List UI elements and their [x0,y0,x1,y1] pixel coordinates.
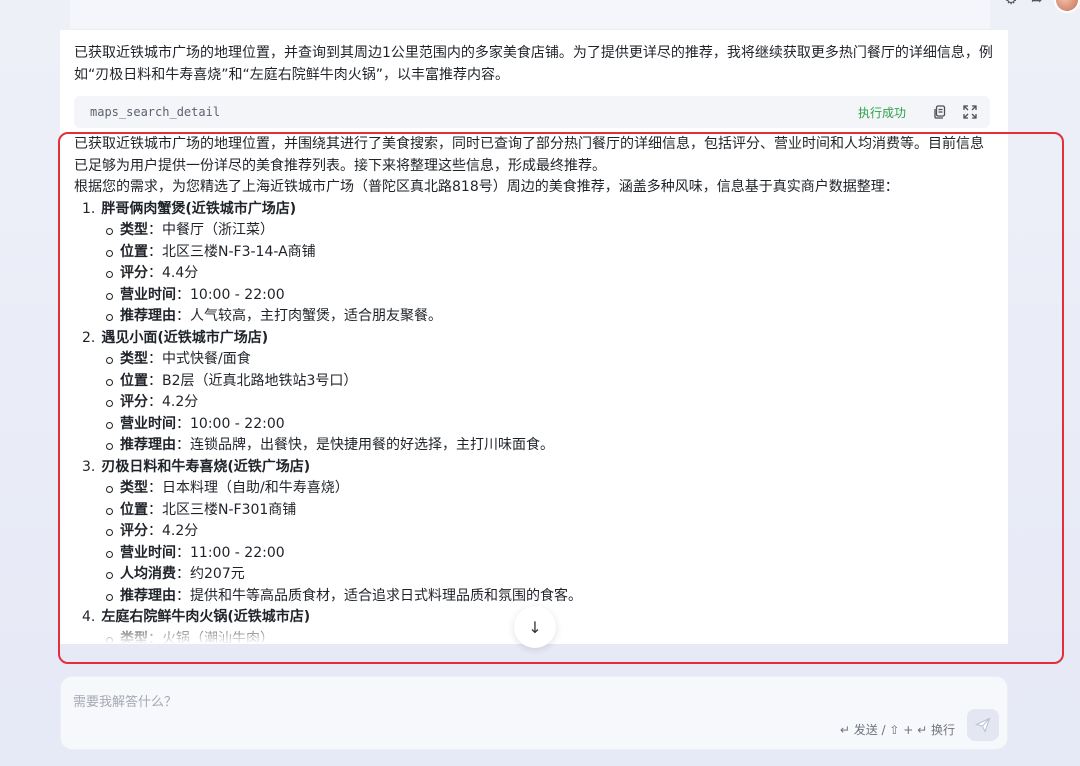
detail-value: ：北区三楼N-F301商铺 [148,501,297,518]
detail-value: ：4.2分 [148,394,199,410]
send-icon [975,717,991,733]
detail-value: ：4.2分 [148,523,199,539]
avatar[interactable] [1054,0,1080,13]
detail-key: 位置 [120,243,148,260]
detail-item: 推荐理由：人气较高，主打肉蟹煲，适合朋友聚餐。 [106,306,994,328]
detail-item: 评分：4.2分 [106,521,994,543]
detail-key: 评分 [120,265,148,281]
tool-status: 执行成功 [857,105,906,120]
detail-value: ：4.4分 [148,265,199,281]
detail-value: ：日本料理（自助/和牛寿喜烧） [148,480,349,496]
detail-key: 营业时间 [120,286,176,303]
detail-value: ：10:00 - 22:00 [176,286,285,303]
detail-item: 营业时间：11:00 - 22:00 [106,543,994,565]
restaurant-number: 1. [82,200,96,217]
restaurant-details: 类型：中式快餐/面食 位置：B2层（近真北路地铁站3号口） 评分：4.2分 营业时间：… [74,349,994,457]
restaurant-name: 胖哥俩肉蟹煲(近铁城市广场店) [101,200,297,217]
restaurant-list: 1. 胖哥俩肉蟹煲(近铁城市广场店) 类型：中餐厅（浙江菜） 位置：北区三楼N-F3-… [74,199,994,645]
keyboard-hint: ↵ 发送 / ⇧ + ↵ 换行 [839,723,955,737]
detail-key: 位置 [120,372,148,389]
detail-value: ：10:00 - 22:00 [176,415,285,432]
detail-key: 营业时间 [120,544,176,561]
restaurant-item: 2. 遇见小面(近铁城市广场店) 类型：中式快餐/面食 位置：B2层（近真北路地铁站3… [74,328,994,457]
detail-item: 类型：日本料理（自助/和牛寿喜烧） [106,478,994,500]
restaurant-title: 1. 胖哥俩肉蟹煲(近铁城市广场店) [74,199,994,221]
detail-item: 营业时间：10:00 - 22:00 [106,285,994,307]
top-edge [70,0,990,30]
send-button[interactable] [967,709,999,741]
tool-name: maps_search_detail [90,105,221,119]
detail-key: 推荐理由 [120,587,176,604]
arrow-down-icon: ↓ [528,617,542,637]
detail-item: 位置：北区三楼N-F3-14-A商铺 [106,242,994,264]
detail-item: 营业时间：10:00 - 22:00 [106,414,994,436]
restaurant-title: 3. 刃极日料和牛寿喜烧(近铁广场店) [74,457,994,479]
copy-icon[interactable] [930,102,950,122]
detail-value: ：中餐厅（浙江菜） [148,222,274,238]
detail-key: 类型 [120,222,148,238]
detail-key: 人均消费 [120,566,176,582]
detail-value: ：约207元 [176,566,245,582]
top-right-icons: ⚙ ➦ [1002,0,1080,13]
tool-call-row[interactable]: maps_search_detail 执行成功 [74,96,990,128]
detail-item: 评分：4.4分 [106,263,994,285]
restaurant-name: 遇见小面(近铁城市广场店) [101,329,269,346]
restaurant-details: 类型：日本料理（自助/和牛寿喜烧） 位置：北区三楼N-F301商铺 评分：4.2分营… [74,478,994,607]
settings-icon[interactable]: ⚙ [1002,0,1020,9]
detail-key: 评分 [120,523,148,539]
detail-key: 营业时间 [120,415,176,432]
detail-value: ：中式快餐/面食 [148,351,251,367]
detail-item: 推荐理由：提供和牛等高品质食材，适合追求日式料理品质和氛围的食客。 [106,586,994,608]
restaurant-number: 3. [82,458,96,475]
page: ⚙ ➦ 已获取近铁城市广场的地理位置，并查询到其周边1公里范围内的多家美食店铺。… [0,0,1080,766]
assistant-answer: 已获取近铁城市广场的地理位置，并围绕其进行了美食搜索，同时已查询了部分热门餐厅的… [74,134,994,644]
restaurant-item: 3. 刃极日料和牛寿喜烧(近铁广场店) 类型：日本料理（自助/和牛寿喜烧） 位置：北区… [74,457,994,608]
composer: ↵ 发送 / ⇧ + ↵ 换行 [60,676,1008,750]
detail-item: 位置：B2层（近真北路地铁站3号口） [106,371,994,393]
detail-item: 评分：4.2分 [106,392,994,414]
assistant-intro-message: 已获取近铁城市广场的地理位置，并查询到其周边1公里范围内的多家美食店铺。为了提供… [74,45,993,83]
scroll-to-bottom-button[interactable]: ↓ [514,606,556,648]
detail-value: ：人气较高，主打肉蟹煲，适合朋友聚餐。 [176,308,442,324]
detail-value: ：提供和牛等高品质食材，适合追求日式料理品质和氛围的食客。 [176,587,582,604]
detail-value: ：B2层（近真北路地铁站3号口） [148,372,358,389]
detail-item: 类型：中餐厅（浙江菜） [106,220,994,242]
detail-value: ：北区三楼N-F3-14-A商铺 [148,243,316,260]
message-input[interactable] [73,691,773,713]
detail-value: ：11:00 - 22:00 [176,544,285,561]
detail-key: 类型 [120,351,148,367]
detail-key: 位置 [120,501,148,518]
detail-key: 评分 [120,394,148,410]
restaurant-item: 1. 胖哥俩肉蟹煲(近铁城市广场店) 类型：中餐厅（浙江菜） 位置：北区三楼N-F3-… [74,199,994,328]
detail-item: 人均消费：约207元 [106,564,994,586]
detail-key: 类型 [120,480,148,496]
detail-key: 推荐理由 [120,308,176,324]
share-icon[interactable]: ➦ [1028,0,1046,9]
detail-key: 推荐理由 [120,437,176,453]
restaurant-number: 2. [82,329,96,346]
expand-icon[interactable] [960,102,980,122]
answer-paragraph: 已获取近铁城市广场的地理位置，并围绕其进行了美食搜索，同时已查询了部分热门餐厅的… [74,136,984,174]
detail-item: 类型：中式快餐/面食 [106,349,994,371]
detail-item: 推荐理由：连锁品牌，出餐快，是快捷用餐的好选择，主打川味面食。 [106,435,994,457]
answer-paragraph: 根据您的需求，为您精选了上海近铁城市广场（普陀区真北路818号）周边的美食推荐，… [74,179,899,195]
restaurant-name: 刃极日料和牛寿喜烧(近铁广场店) [101,458,311,475]
detail-value: ：连锁品牌，出餐快，是快捷用餐的好选择，主打川味面食。 [176,437,554,453]
chat-column: 已获取近铁城市广场的地理位置，并查询到其周边1公里范围内的多家美食店铺。为了提供… [60,30,1008,644]
detail-item: 位置：北区三楼N-F301商铺 [106,500,994,522]
restaurant-title: 2. 遇见小面(近铁城市广场店) [74,328,994,350]
restaurant-details: 类型：中餐厅（浙江菜） 位置：北区三楼N-F3-14-A商铺 评分：4.4分 营业时间… [74,220,994,328]
